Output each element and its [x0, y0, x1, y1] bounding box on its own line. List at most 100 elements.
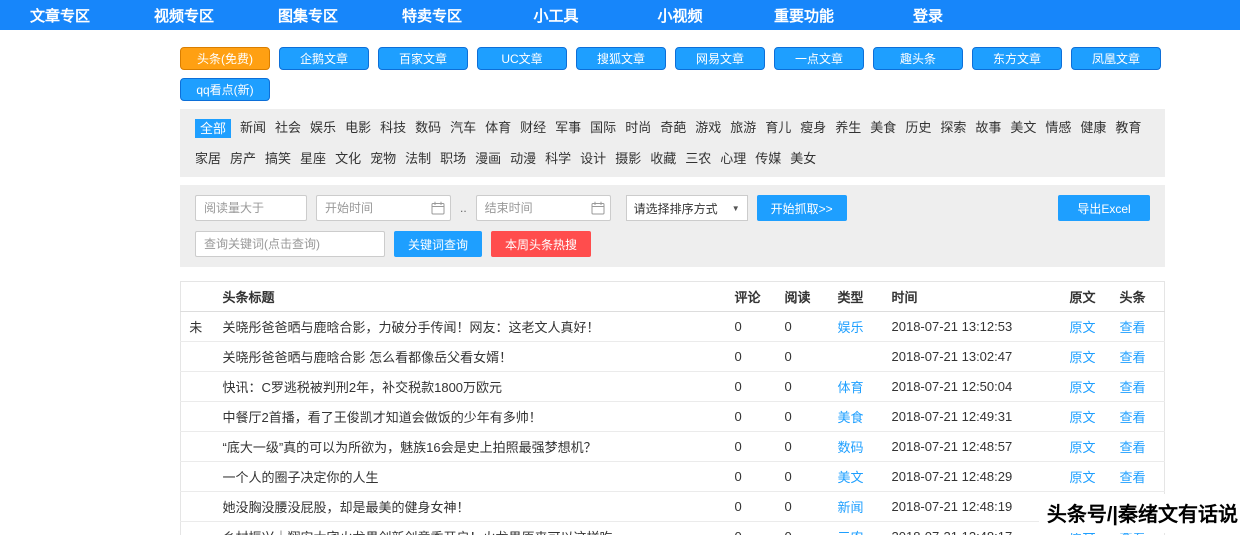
category-link[interactable]: 收藏 — [650, 150, 676, 167]
category-link[interactable]: 游戏 — [695, 119, 721, 138]
category-link[interactable]: 房产 — [230, 150, 256, 167]
weekly-hot-search-button[interactable]: 本周头条热搜 — [491, 231, 592, 257]
nav-item[interactable]: 特卖专区 — [387, 5, 477, 26]
sort-select[interactable]: 请选择排序方式 ▼ — [625, 195, 748, 221]
type-link[interactable]: 新闻 — [838, 500, 864, 515]
category-link[interactable]: 社会 — [275, 119, 301, 138]
source-button[interactable]: 百家文章 — [378, 47, 468, 70]
category-link[interactable]: 科学 — [545, 150, 571, 167]
nav-item[interactable]: 图集专区 — [263, 5, 353, 26]
end-time-field — [475, 195, 611, 221]
category-link[interactable]: 设计 — [580, 150, 606, 167]
nav-item[interactable]: 文章专区 — [15, 5, 105, 26]
nav-item[interactable]: 小工具 — [511, 5, 601, 26]
category-link[interactable]: 奇葩 — [660, 119, 686, 138]
category-link[interactable]: 漫画 — [475, 150, 501, 167]
category-link[interactable]: 汽车 — [450, 119, 476, 138]
view-link[interactable]: 查看 — [1120, 380, 1146, 395]
category-link[interactable]: 三农 — [685, 150, 711, 167]
calendar-icon[interactable] — [591, 201, 605, 215]
category-link[interactable]: 娱乐 — [310, 119, 336, 138]
source-link[interactable]: 原文 — [1070, 380, 1096, 395]
category-link[interactable]: 科技 — [380, 119, 406, 138]
category-link[interactable]: 新闻 — [240, 119, 266, 138]
category-link[interactable]: 星座 — [300, 150, 326, 167]
category-link[interactable]: 国际 — [590, 119, 616, 138]
type-link[interactable]: 三农 — [838, 530, 864, 535]
type-link[interactable]: 数码 — [838, 440, 864, 455]
source-button[interactable]: 一点文章 — [774, 47, 864, 70]
category-panel: 全部 新闻 社会 娱乐 电影 科技 数码 汽车 体育 财经 军事 国际 时尚 奇葩 游戏 旅游 育儿 瘦身 养生 美食… — [180, 109, 1165, 177]
category-row-1: 全部 新闻 社会 娱乐 电影 科技 数码 汽车 体育 财经 军事 国际 时尚 奇葩 游戏 旅游 育儿 瘦身 养生 美食… — [195, 119, 1150, 138]
source-button[interactable]: 头条(免费) — [180, 47, 270, 70]
calendar-icon[interactable] — [431, 201, 445, 215]
category-link[interactable]: 体育 — [485, 119, 511, 138]
read-count-input[interactable] — [195, 195, 307, 221]
type-link[interactable]: 体育 — [838, 380, 864, 395]
category-link[interactable]: 全部 — [195, 119, 232, 138]
category-link[interactable]: 美女 — [790, 150, 816, 167]
category-link[interactable]: 教育 — [1115, 119, 1141, 138]
row-reads: 0 — [776, 401, 830, 432]
category-link[interactable]: 养生 — [835, 119, 861, 138]
category-link[interactable]: 美文 — [1010, 119, 1036, 138]
keyword-input[interactable] — [195, 231, 385, 257]
category-link[interactable]: 摄影 — [615, 150, 641, 167]
category-link[interactable]: 动漫 — [510, 150, 536, 167]
nav-item[interactable]: 小视频 — [635, 5, 725, 26]
category-link[interactable]: 心理 — [720, 150, 746, 167]
row-flag — [180, 461, 211, 492]
nav-item[interactable]: 登录 — [883, 5, 973, 26]
source-button[interactable]: qq看点(新) — [180, 78, 270, 101]
category-link[interactable]: 美食 — [870, 119, 896, 138]
category-link[interactable]: 探索 — [940, 119, 966, 138]
source-button[interactable]: 搜狐文章 — [576, 47, 666, 70]
row-type: 数码 — [829, 431, 884, 462]
start-crawl-button[interactable]: 开始抓取>> — [756, 195, 847, 221]
source-button[interactable]: UC文章 — [477, 47, 567, 70]
category-link[interactable]: 情感 — [1045, 119, 1071, 138]
category-link[interactable]: 法制 — [405, 150, 431, 167]
table-row: 一个人的圈子决定你的人生 0 0 美文 2018-07-21 12:48:29 原文 查看 — [180, 461, 1165, 492]
category-link[interactable]: 瘦身 — [800, 119, 826, 138]
source-link[interactable]: 原文 — [1070, 350, 1096, 365]
category-link[interactable]: 职场 — [440, 150, 466, 167]
category-link[interactable]: 家居 — [195, 150, 221, 167]
source-button[interactable]: 凤凰文章 — [1071, 47, 1161, 70]
category-link[interactable]: 历史 — [905, 119, 931, 138]
category-link[interactable]: 旅游 — [730, 119, 756, 138]
category-link[interactable]: 电影 — [345, 119, 371, 138]
category-link[interactable]: 时尚 — [625, 119, 651, 138]
category-link[interactable]: 搞笑 — [265, 150, 291, 167]
keyword-search-button[interactable]: 关键词查询 — [394, 231, 483, 257]
category-link[interactable]: 故事 — [975, 119, 1001, 138]
source-link[interactable]: 原文 — [1070, 470, 1096, 485]
view-link[interactable]: 查看 — [1120, 350, 1146, 365]
source-button[interactable]: 趣头条 — [873, 47, 963, 70]
source-button[interactable]: 企鹅文章 — [279, 47, 369, 70]
source-link[interactable]: 原文 — [1070, 410, 1096, 425]
source-button[interactable]: 网易文章 — [675, 47, 765, 70]
category-link[interactable]: 财经 — [520, 119, 546, 138]
category-link[interactable]: 数码 — [415, 119, 441, 138]
view-link[interactable]: 查看 — [1120, 440, 1146, 455]
type-link[interactable]: 美食 — [838, 410, 864, 425]
view-link[interactable]: 查看 — [1120, 320, 1146, 335]
view-link[interactable]: 查看 — [1120, 410, 1146, 425]
category-link[interactable]: 育儿 — [765, 119, 791, 138]
source-link[interactable]: 原文 — [1070, 320, 1096, 335]
view-link[interactable]: 查看 — [1120, 470, 1146, 485]
type-link[interactable]: 美文 — [838, 470, 864, 485]
category-link[interactable]: 健康 — [1080, 119, 1106, 138]
nav-item[interactable]: 重要功能 — [759, 5, 849, 26]
source-button[interactable]: 东方文章 — [972, 47, 1062, 70]
source-link[interactable]: 原文 — [1070, 440, 1096, 455]
type-link[interactable]: 娱乐 — [838, 320, 864, 335]
export-excel-button[interactable]: 导出Excel — [1058, 195, 1150, 221]
category-link[interactable]: 军事 — [555, 119, 581, 138]
category-link[interactable]: 文化 — [335, 150, 361, 167]
nav-item[interactable]: 视频专区 — [139, 5, 229, 26]
category-link[interactable]: 宠物 — [370, 150, 396, 167]
table-row: 乡村振兴｜翔安大宅火龙果创新创意季开启！火龙果原来可以这样吃00三农2018-0… — [180, 521, 1165, 535]
category-link[interactable]: 传媒 — [755, 150, 781, 167]
